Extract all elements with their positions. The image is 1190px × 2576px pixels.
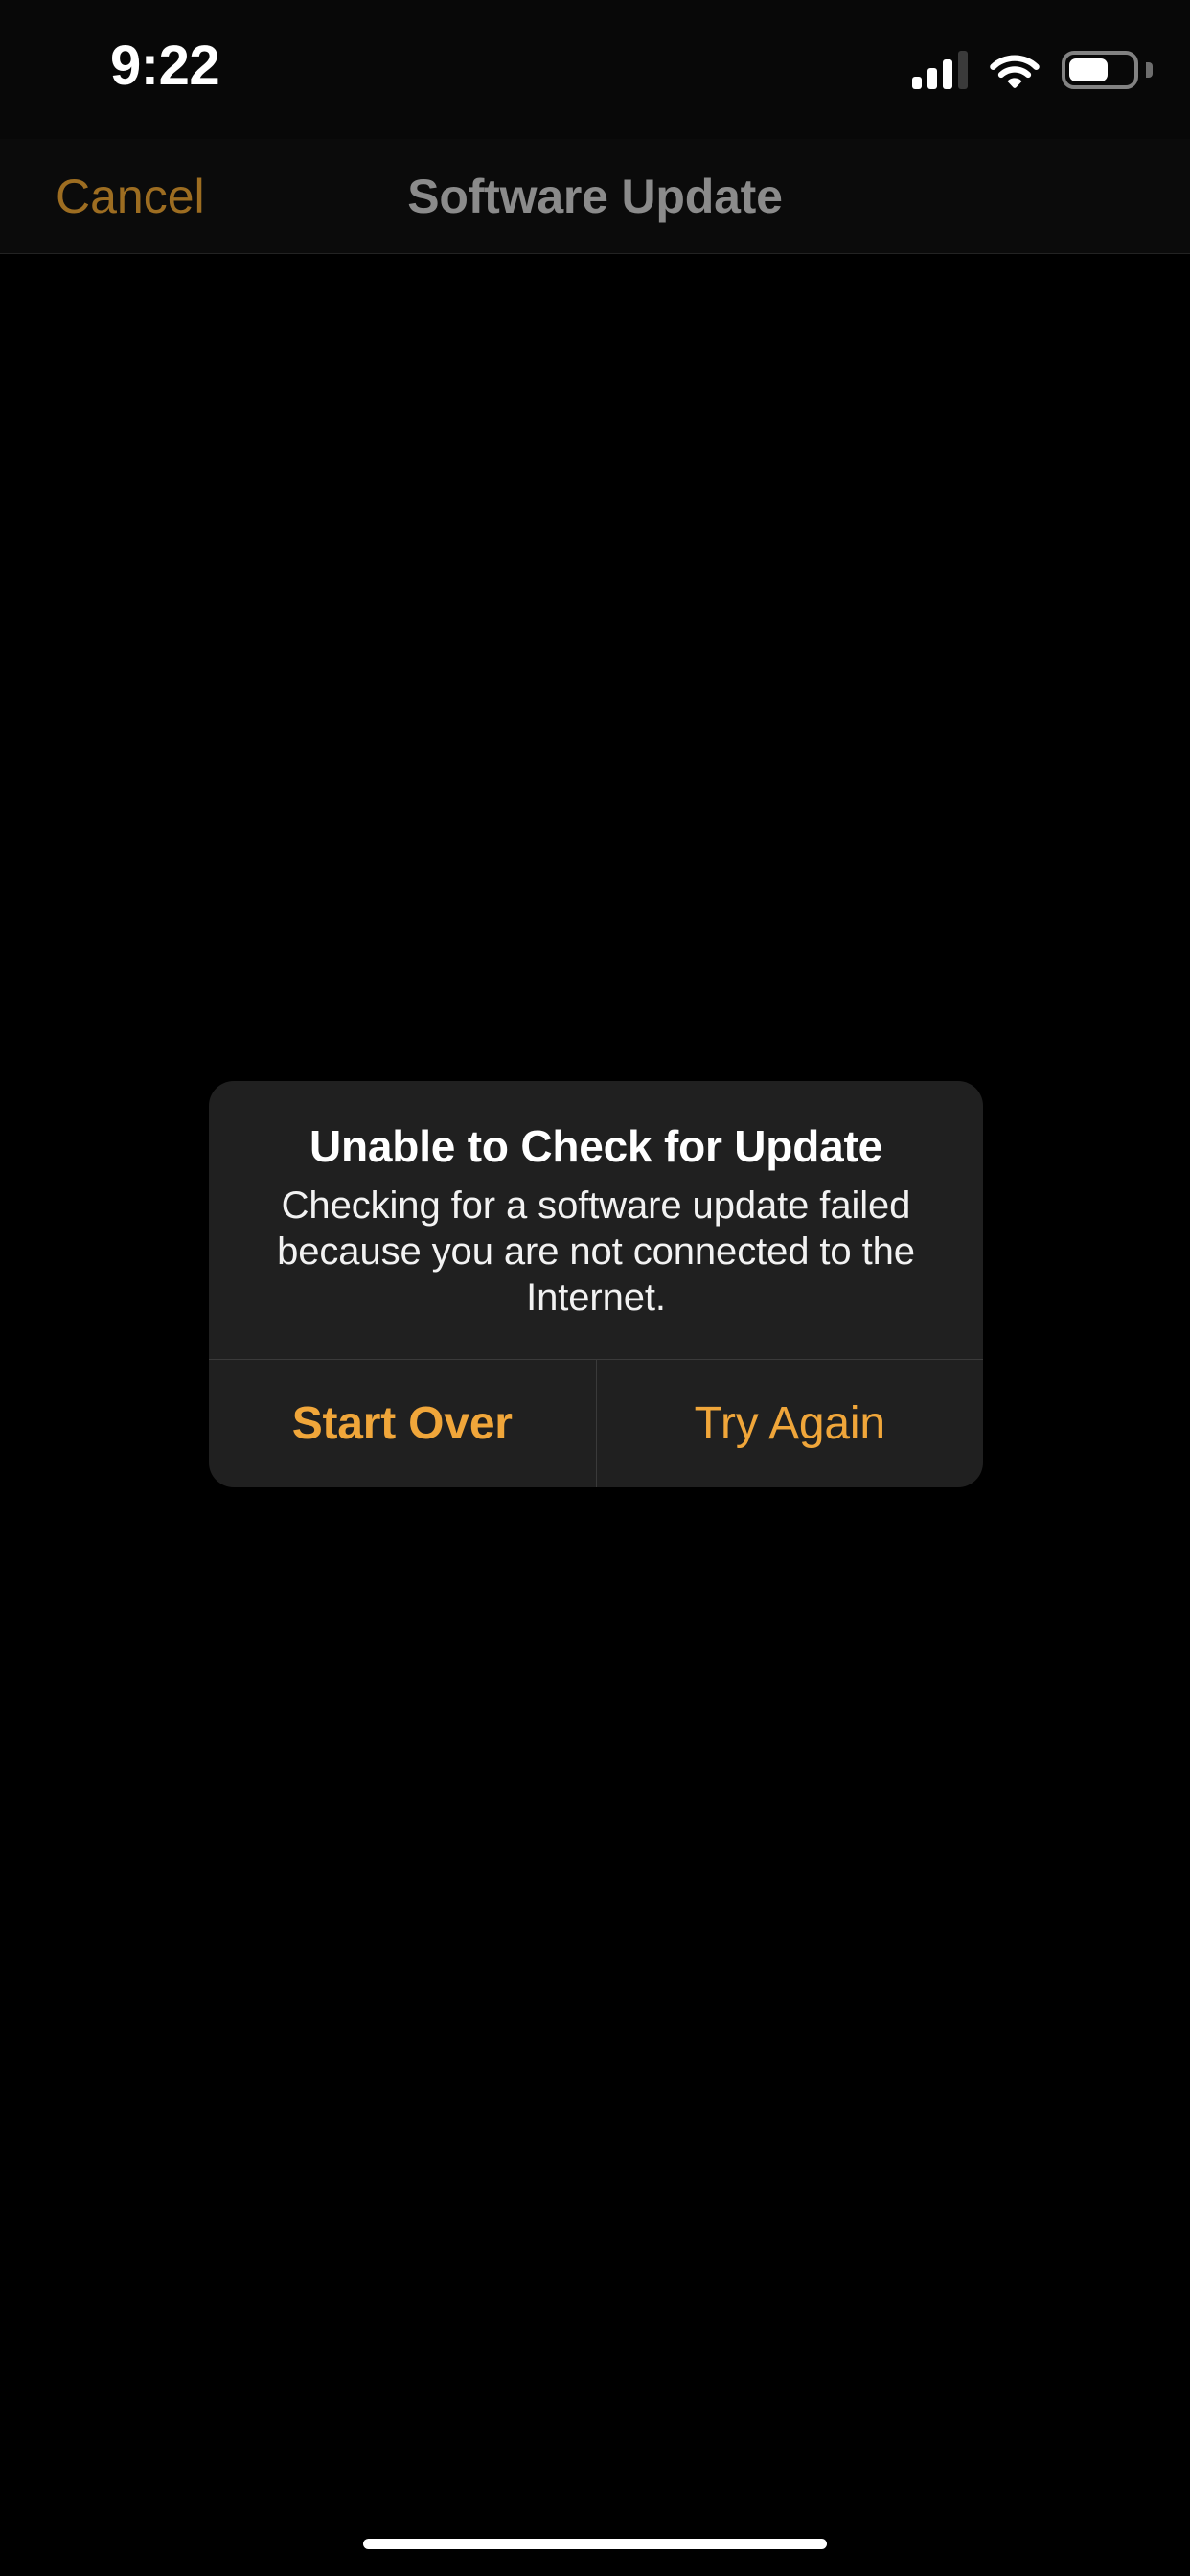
alert-title: Unable to Check for Update: [309, 1121, 882, 1171]
battery-icon: [1062, 50, 1153, 90]
alert-dialog: Unable to Check for Update Checking for …: [209, 1081, 983, 1487]
iphone-screen: 9:22 Cancel Software Update Unable to Ch…: [0, 0, 1190, 2576]
navigation-bar: Cancel Software Update: [0, 139, 1190, 254]
status-bar: 9:22: [0, 0, 1190, 139]
page-title: Software Update: [407, 169, 783, 223]
cellular-signal-icon: [912, 51, 968, 89]
try-again-button[interactable]: Try Again: [595, 1360, 984, 1487]
status-bar-time: 9:22: [110, 34, 220, 97]
start-over-button[interactable]: Start Over: [209, 1360, 596, 1487]
alert-body: Unable to Check for Update Checking for …: [209, 1081, 983, 1359]
status-bar-icons: [912, 42, 1153, 98]
alert-message: Checking for a software update failed be…: [277, 1184, 915, 1319]
home-indicator[interactable]: [363, 2539, 827, 2549]
alert-actions: Start Over Try Again: [209, 1359, 983, 1487]
wifi-icon: [989, 51, 1041, 89]
